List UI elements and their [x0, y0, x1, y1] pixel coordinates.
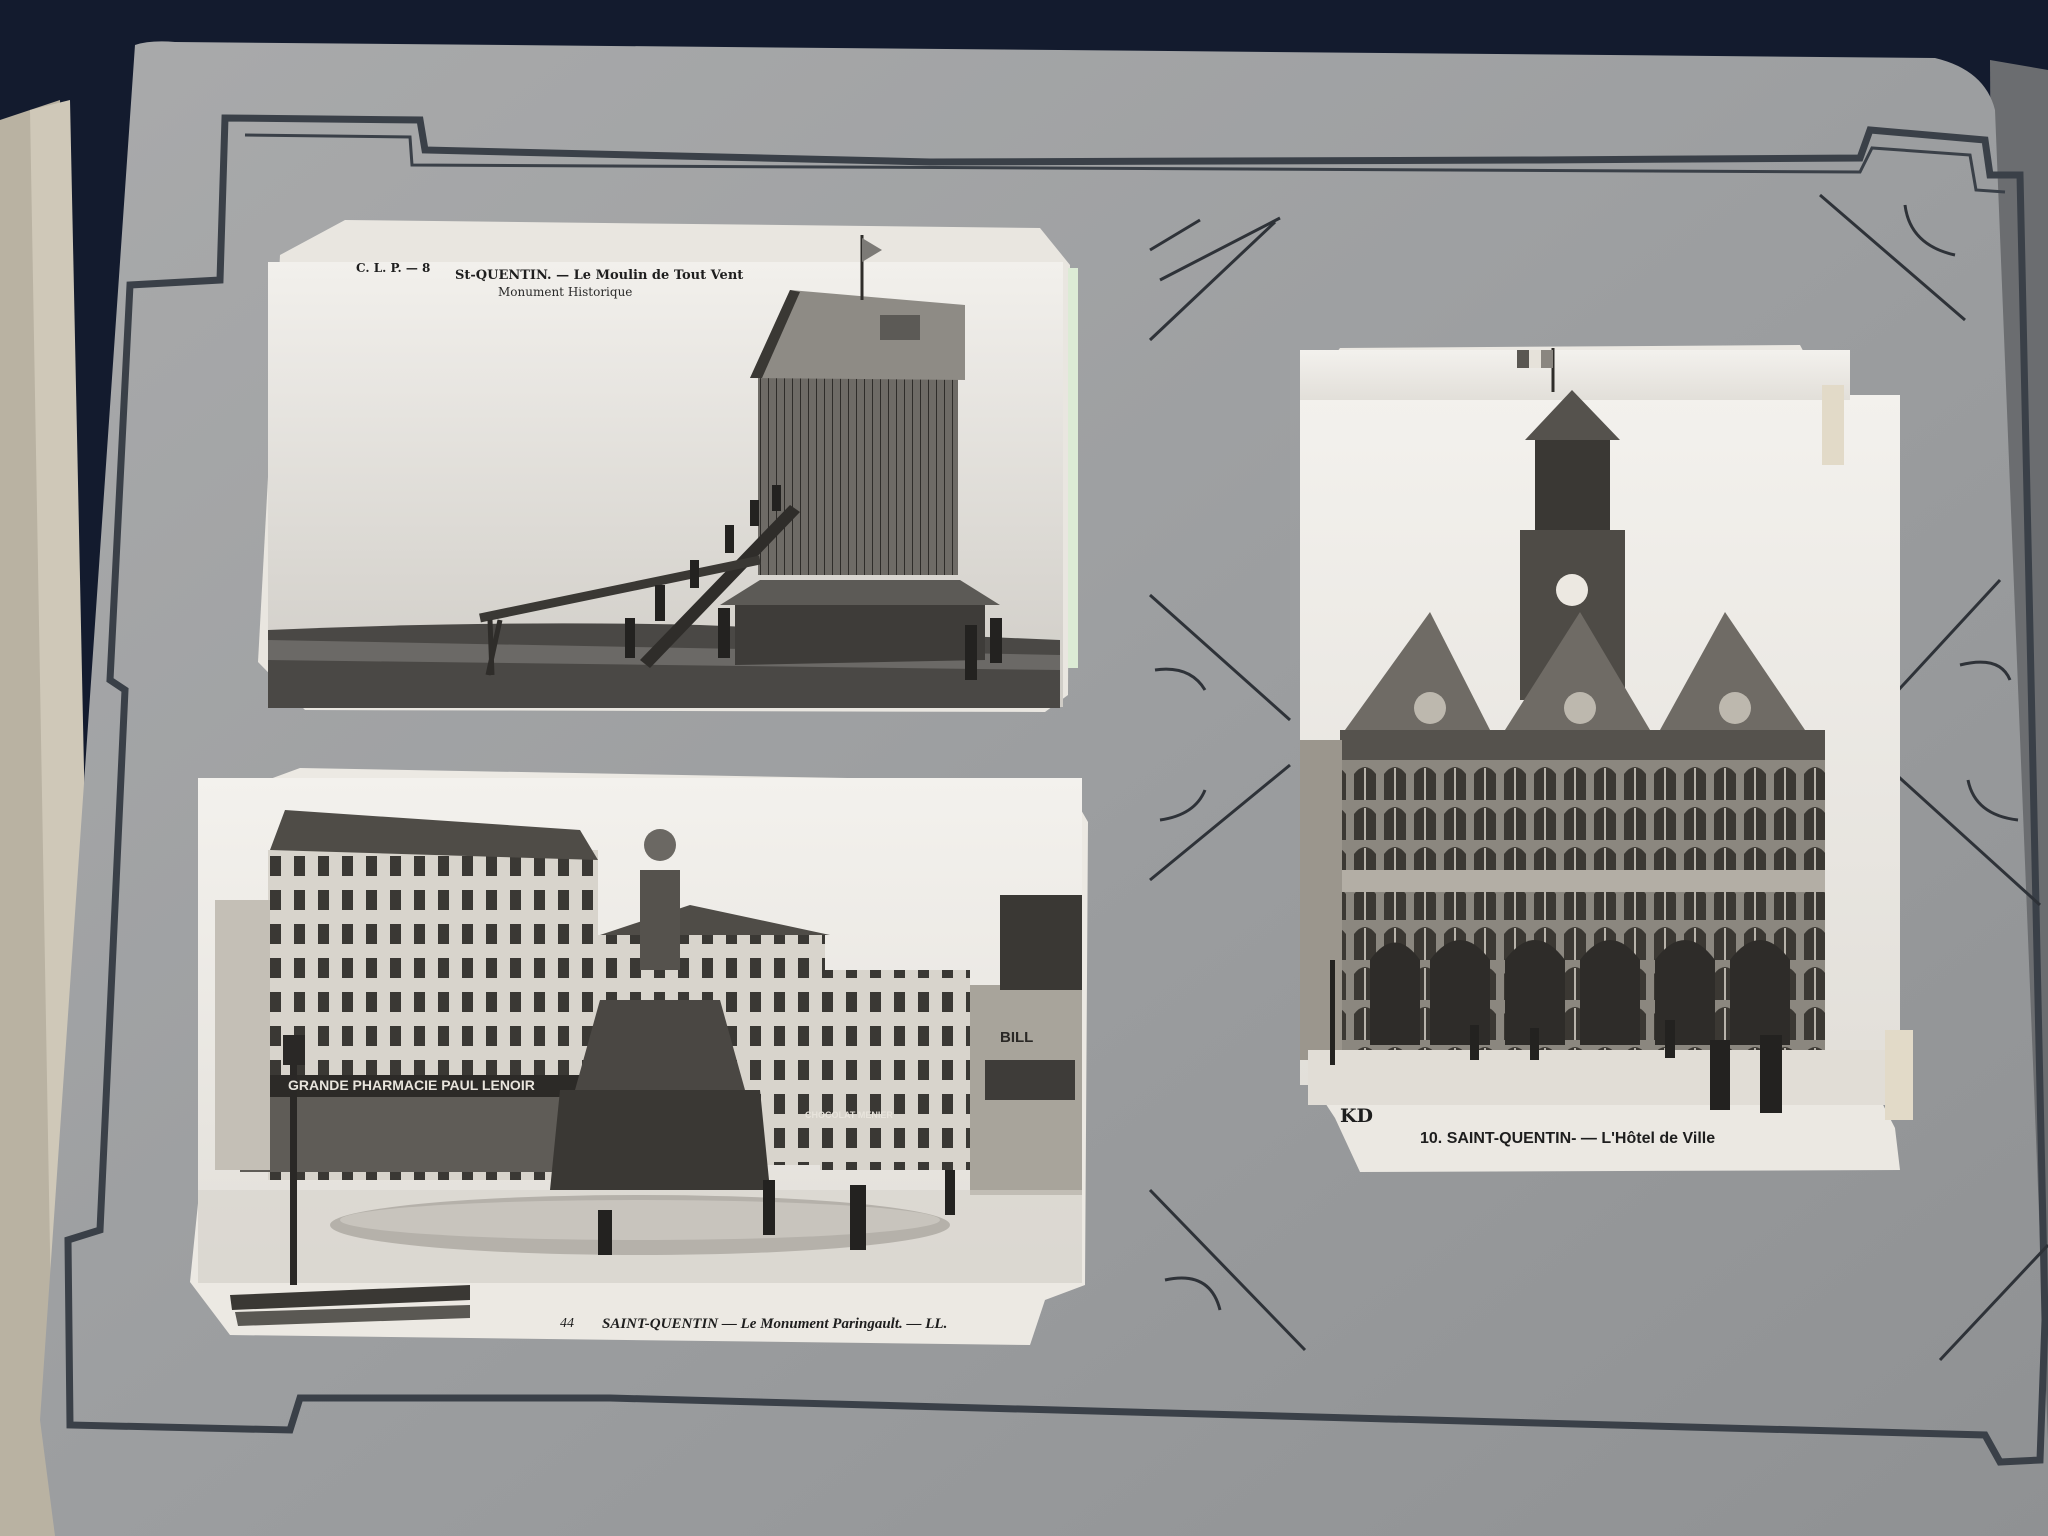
postcard-windmill: [258, 220, 1078, 712]
side-building-sign: BILL: [1000, 1029, 1033, 1046]
windmill-body: [758, 370, 958, 575]
postcard-fountain-number: 44: [560, 1316, 574, 1331]
postcard-windmill-subtitle: Monument Historique: [498, 285, 632, 299]
postcard-fountain-square: [190, 768, 1088, 1345]
album-scene: C. L. P. — 8 St-QUENTIN. — Le Moulin de …: [0, 41, 2048, 1536]
postcard-town-hall-caption: 10. SAINT-QUENTIN- — L'Hôtel de Ville: [1420, 1130, 1715, 1147]
postcard-windmill-prefix: C. L. P. — 8: [356, 261, 430, 275]
monument-column: [640, 870, 680, 970]
chocolat-menier-sign: CHOCOLAT MENIER: [805, 1110, 893, 1120]
postcard-town-hall-mark: KD: [1340, 1105, 1373, 1127]
pharmacy-sign: GRANDE PHARMACIE PAUL LENOIR: [288, 1077, 535, 1093]
postcard-windmill-title: St-QUENTIN. — Le Moulin de Tout Vent: [455, 268, 743, 283]
postcard-fountain-caption: SAINT-QUENTIN — Le Monument Paringault. …: [602, 1316, 947, 1332]
postcard-town-hall: [1300, 345, 1913, 1172]
